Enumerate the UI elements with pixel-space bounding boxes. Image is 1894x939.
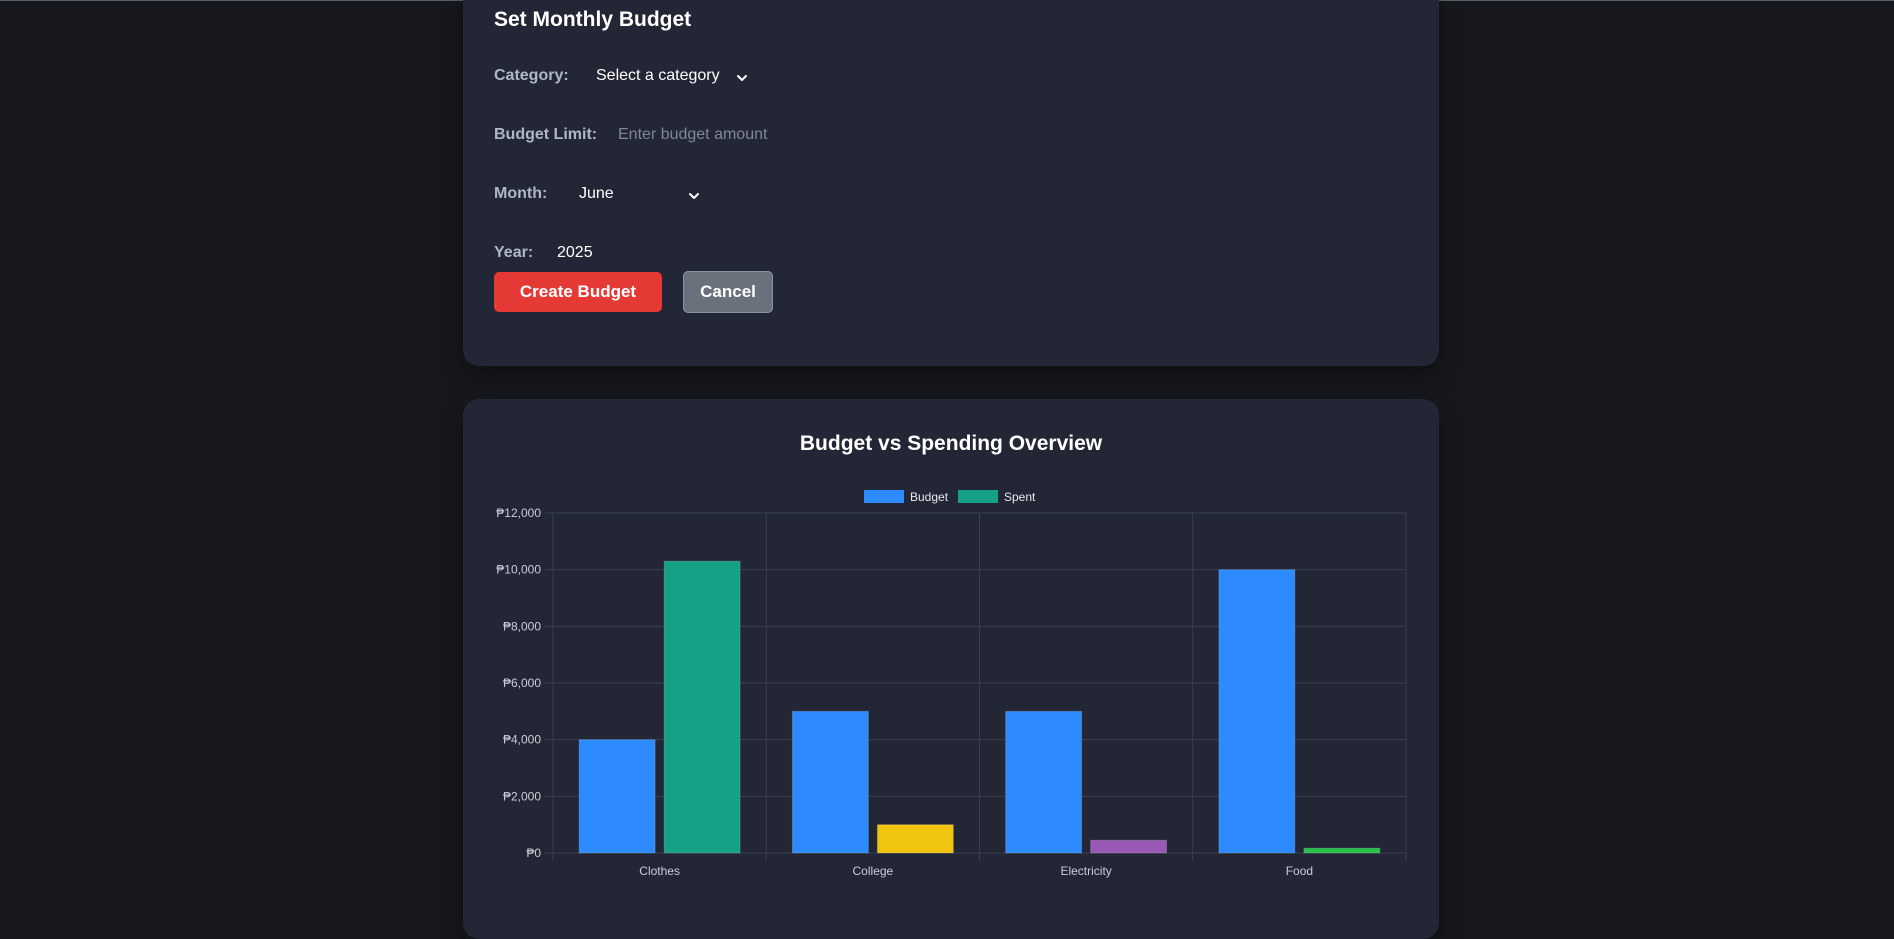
form-title: Set Monthly Budget [494,8,692,31]
chevron-down-icon [689,193,699,199]
category-select[interactable]: Select a category [596,64,756,90]
bar-budget-clothes [578,739,656,854]
y-tick-label: ₱0 [526,846,541,860]
x-tick-label: Clothes [639,864,680,878]
budget-limit-input[interactable]: Enter budget amount [618,123,838,149]
bar-spent-college [876,824,954,854]
bar-spent-electricity [1090,839,1168,854]
year-input-value: 2025 [557,244,593,261]
y-tick-label: ₱10,000 [496,563,541,577]
x-tick-label: College [853,864,894,878]
bar-budget-electricity [1005,710,1083,854]
legend-label-budget: Budget [910,490,949,504]
month-label: Month: [494,185,548,202]
bar-spent-food [1303,847,1381,854]
bar-budget-food [1218,569,1296,854]
category-label: Category: [494,67,569,84]
y-tick-label: ₱6,000 [503,676,541,690]
y-tick-label: ₱2,000 [503,789,541,803]
budget-form-card: Set Monthly Budget Category: Select a ca… [463,0,1439,366]
create-budget-button[interactable]: Create Budget [494,272,662,312]
legend-swatch-spent [958,490,998,503]
year-label: Year: [494,244,534,261]
x-tick-label: Electricity [1060,864,1111,878]
budget-limit-label: Budget Limit: [494,126,598,143]
y-tick-label: ₱12,000 [496,506,541,520]
chart-card: Budget vs Spending Overview ₱0 ₱2,000 ₱4,0… [463,399,1439,939]
bar-spent-clothes [663,560,741,854]
chevron-down-icon [737,75,747,81]
budget-spending-chart: ₱0 ₱2,000 ₱4,000 ₱6,000 ₱8,000 ₱10,000 ₱12,000… [496,490,1407,878]
legend-swatch-budget [864,490,904,503]
legend-label-spent: Spent [1004,490,1036,504]
cancel-button[interactable]: Cancel [683,271,773,313]
x-tick-label: Food [1286,864,1313,878]
y-tick-label: ₱8,000 [503,619,541,633]
y-tick-label: ₱4,000 [503,733,541,747]
month-select-value: June [579,185,614,202]
budget-limit-placeholder: Enter budget amount [618,126,768,143]
month-select[interactable]: June [579,182,709,208]
bar-budget-college [791,710,869,854]
year-input[interactable]: 2025 [557,241,677,267]
category-select-value: Select a category [596,67,720,84]
